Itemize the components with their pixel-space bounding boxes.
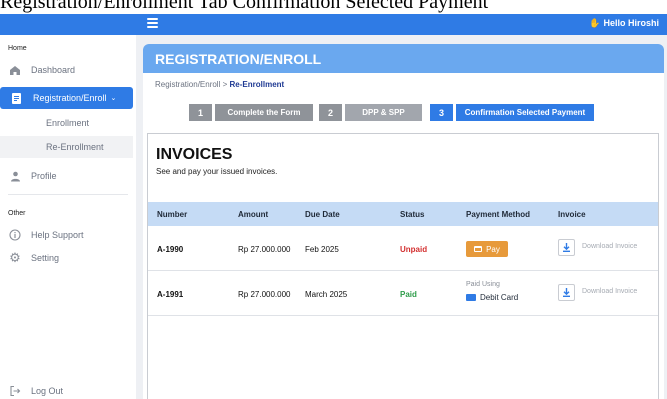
table-row: A-1990 Rp 27.000.000 Feb 2025 Unpaid Pay… (148, 227, 658, 271)
sidebar: Home Dashboard Registration/Enroll ⌄ Enr… (0, 35, 136, 399)
figure-caption: Registration/Enrollment Tab Confirmation… (0, 0, 667, 14)
breadcrumb-separator: > (222, 80, 228, 89)
sidebar-item-label: Dashboard (31, 65, 76, 75)
page-title: REGISTRATION/ENROLL (143, 44, 664, 73)
home-icon (8, 63, 22, 77)
sidebar-item-label: Registration/Enroll (33, 93, 107, 103)
column-header-due-date: Due Date (305, 209, 340, 219)
debit-card-icon (466, 294, 476, 301)
credit-card-icon (474, 246, 483, 252)
step-3-number[interactable]: 3 (430, 104, 453, 121)
column-header-amount: Amount (238, 209, 269, 219)
sidebar-item-label: Profile (31, 171, 57, 181)
breadcrumb: Registration/Enroll > Re-Enrollment (155, 80, 284, 89)
invoices-panel: INVOICES See and pay your issued invoice… (147, 133, 659, 399)
invoice-amount: Rp 27.000.000 (238, 289, 291, 299)
step-1-number[interactable]: 1 (189, 104, 212, 121)
column-header-payment-method: Payment Method (466, 209, 531, 219)
invoice-number: A-1990 (157, 244, 184, 254)
sidebar-item-label: Help Support (31, 230, 84, 240)
sidebar-item-help-support[interactable]: Help Support (8, 224, 128, 246)
payment-method-value: Debit Card (466, 293, 518, 302)
paid-using-label: Paid Using (466, 281, 500, 288)
sidebar-divider (8, 194, 128, 195)
chevron-down-icon: ⌄ (110, 95, 117, 102)
pay-button[interactable]: Pay (466, 241, 508, 257)
table-row: A-1991 Rp 27.000.000 March 2025 Paid Pai… (148, 272, 658, 316)
table-header: Number Amount Due Date Status Payment Me… (148, 202, 658, 226)
sidebar-section-home: Home (8, 45, 27, 52)
status-badge: Paid (400, 289, 417, 299)
logout-icon (8, 384, 22, 398)
sidebar-section-other: Other (8, 210, 26, 217)
download-icon[interactable] (558, 284, 575, 301)
sidebar-item-dashboard[interactable]: Dashboard (8, 59, 128, 81)
registration-card: REGISTRATION/ENROLL Registration/Enroll … (143, 44, 664, 399)
info-circle-icon (8, 228, 22, 242)
user-icon (8, 169, 22, 183)
gear-icon: ⚙ (9, 250, 21, 265)
sidebar-subitem-enrollment[interactable]: Enrollment (0, 112, 133, 134)
invoice-number: A-1991 (157, 289, 184, 299)
download-invoice-link[interactable]: Download Invoice (582, 288, 637, 295)
sidebar-subitem-re-enrollment[interactable]: Re-Enrollment (0, 136, 133, 158)
figure-caption-text: Registration/Enrollment Tab Confirmation… (0, 0, 489, 13)
waving-hand-icon: ✋ (589, 18, 601, 28)
top-bar: ✋ Hello Hiroshi (0, 14, 667, 35)
step-2-label[interactable]: DPP & SPP (345, 104, 422, 121)
sidebar-item-label: Setting (31, 253, 60, 263)
sidebar-item-logout[interactable]: Log Out (8, 380, 128, 399)
breadcrumb-root[interactable]: Registration/Enroll (155, 80, 220, 89)
invoice-amount: Rp 27.000.000 (238, 244, 291, 254)
hamburger-menu-icon[interactable] (147, 18, 158, 28)
invoice-due-date: Feb 2025 (305, 244, 339, 254)
column-header-status: Status (400, 209, 425, 219)
step-1-label[interactable]: Complete the Form (215, 104, 313, 121)
column-header-number: Number (157, 209, 188, 219)
column-header-invoice: Invoice (558, 209, 586, 219)
invoice-due-date: March 2025 (305, 289, 348, 299)
main-content: REGISTRATION/ENROLL Registration/Enroll … (136, 35, 667, 399)
step-2-number[interactable]: 2 (319, 104, 342, 121)
pay-button-label: Pay (486, 244, 500, 254)
invoices-subtitle: See and pay your issued invoices. (156, 167, 278, 176)
breadcrumb-current: Re-Enrollment (229, 80, 285, 89)
step-3-label[interactable]: Confirmation Selected Payment (456, 104, 594, 121)
sidebar-item-label: Log Out (31, 386, 64, 396)
status-badge: Unpaid (400, 244, 428, 254)
registration-form-icon (10, 91, 24, 105)
user-greeting[interactable]: ✋ Hello Hiroshi (589, 18, 659, 29)
download-invoice-link[interactable]: Download Invoice (582, 243, 637, 250)
sidebar-item-profile[interactable]: Profile (8, 165, 128, 187)
sidebar-item-setting[interactable]: ⚙ Setting (8, 247, 128, 269)
sidebar-item-registration[interactable]: Registration/Enroll ⌄ (0, 87, 133, 109)
download-icon[interactable] (558, 239, 575, 256)
invoices-title: INVOICES (156, 146, 233, 163)
